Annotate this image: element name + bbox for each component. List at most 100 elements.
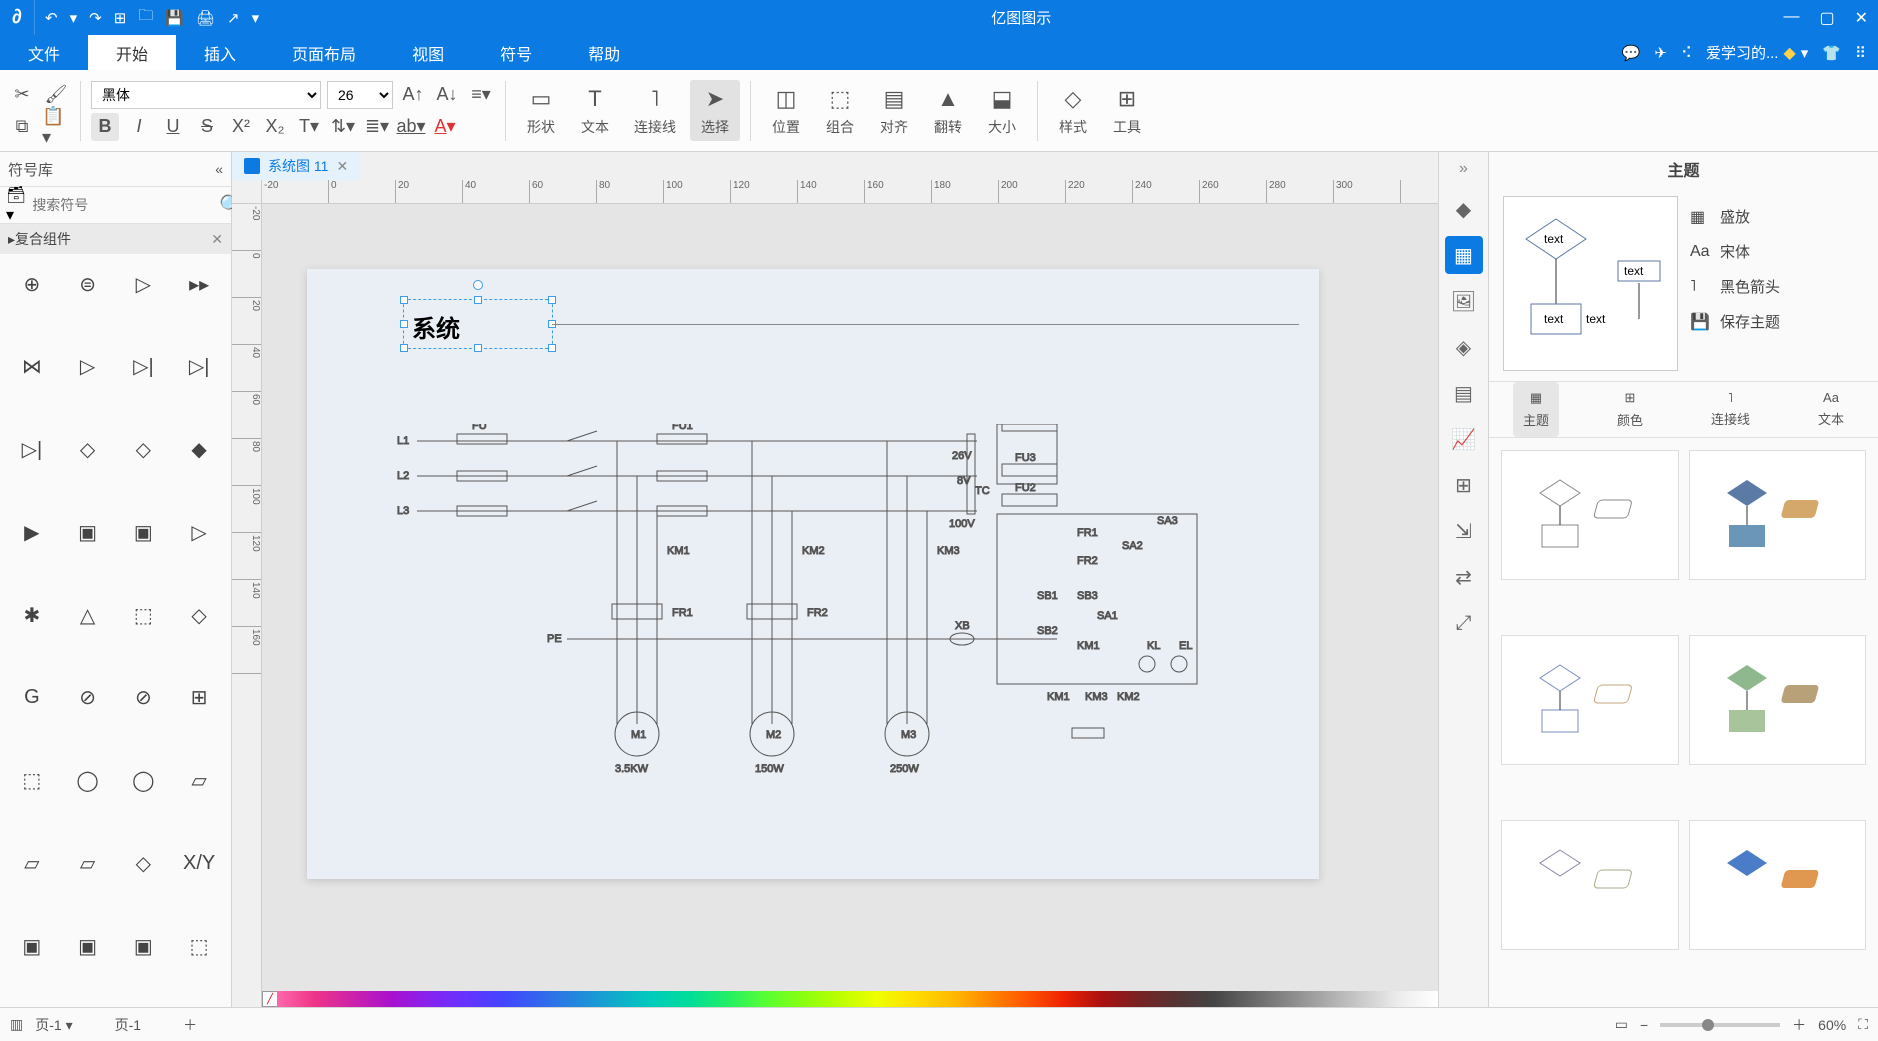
- add-page-icon[interactable]: ＋: [183, 1015, 197, 1035]
- font-color-icon[interactable]: A▾: [431, 113, 459, 141]
- symbol-item[interactable]: ▱: [8, 841, 56, 885]
- symbol-item[interactable]: ⬚: [8, 759, 56, 803]
- symbol-item[interactable]: ⊜: [64, 262, 112, 306]
- size-button[interactable]: ⬓大小: [977, 80, 1027, 141]
- highlight-icon[interactable]: ab▾: [397, 113, 425, 141]
- theme-card[interactable]: [1501, 820, 1679, 950]
- symbol-item[interactable]: ◯: [64, 759, 112, 803]
- symlib-category[interactable]: ▸ 复合组件 ✕: [0, 224, 231, 254]
- group-button[interactable]: ⬚组合: [815, 80, 865, 141]
- vtab-theme[interactable]: ▦主题: [1513, 382, 1559, 437]
- symbol-item[interactable]: ◇: [120, 428, 168, 472]
- theme-icon[interactable]: ▦: [1445, 236, 1483, 274]
- vtab-text[interactable]: Aa文本: [1808, 382, 1854, 437]
- symbol-item[interactable]: ▱: [64, 841, 112, 885]
- symbol-item[interactable]: ▶: [8, 510, 56, 554]
- msg-icon[interactable]: 💬: [1622, 44, 1641, 62]
- resize-handle[interactable]: [400, 320, 408, 328]
- symbol-item[interactable]: ▣: [8, 924, 56, 968]
- select-button[interactable]: ➤选择: [690, 80, 740, 141]
- bold-button[interactable]: B: [91, 113, 119, 141]
- image-icon[interactable]: 🖼: [1445, 282, 1483, 320]
- zoom-in-icon[interactable]: ＋: [1792, 1015, 1806, 1035]
- align-icon[interactable]: ≡▾: [467, 81, 495, 109]
- resize-handle[interactable]: [400, 296, 408, 304]
- style-button[interactable]: ◇样式: [1048, 80, 1098, 141]
- table-icon[interactable]: ⊞: [1445, 466, 1483, 504]
- symbol-item[interactable]: ⋈: [8, 345, 56, 389]
- strike-button[interactable]: S: [193, 113, 221, 141]
- symbol-item[interactable]: ▸▸: [175, 262, 223, 306]
- theme-card[interactable]: [1689, 635, 1867, 765]
- maximize-icon[interactable]: ▢: [1819, 8, 1834, 28]
- font-size-select[interactable]: 26: [327, 81, 393, 109]
- theme-card[interactable]: [1689, 820, 1867, 950]
- expand-icon[interactable]: »: [1455, 156, 1472, 182]
- close-icon[interactable]: ✕: [1855, 8, 1868, 28]
- symbol-item[interactable]: ▷|: [175, 345, 223, 389]
- theme-card[interactable]: [1501, 450, 1679, 580]
- font-name-select[interactable]: 黑体: [91, 81, 321, 109]
- symbol-item[interactable]: ⬚: [175, 924, 223, 968]
- layers-icon[interactable]: ◈: [1445, 328, 1483, 366]
- copy-icon[interactable]: ⧉: [8, 113, 36, 141]
- collapse-icon[interactable]: «: [215, 161, 223, 177]
- decrease-font-icon[interactable]: A↓: [433, 81, 461, 109]
- expand-icon2[interactable]: ⤢: [1445, 604, 1483, 642]
- open-icon[interactable]: 🗀: [138, 5, 153, 30]
- symbol-item[interactable]: ◆: [175, 428, 223, 472]
- library-icon[interactable]: 🗃▾: [6, 185, 26, 225]
- pages-icon[interactable]: ▥: [10, 1016, 23, 1033]
- symbol-item[interactable]: ◇: [64, 428, 112, 472]
- cut-icon[interactable]: ✂: [8, 81, 36, 109]
- symbol-item[interactable]: ⊘: [64, 676, 112, 720]
- menu-file[interactable]: 文件: [0, 35, 88, 70]
- doc-tab[interactable]: 系统图 11 ✕: [232, 152, 360, 180]
- symbol-item[interactable]: ⊞: [175, 676, 223, 720]
- italic-button[interactable]: I: [125, 113, 153, 141]
- arrange-icon[interactable]: ⇄: [1445, 558, 1483, 596]
- qat-more-icon[interactable]: ▾: [252, 9, 260, 27]
- case-icon[interactable]: T▾: [295, 113, 323, 141]
- tshirt-icon[interactable]: 👕: [1822, 44, 1841, 62]
- resize-handle[interactable]: [548, 344, 556, 352]
- symbol-item[interactable]: ◯: [120, 759, 168, 803]
- send-icon[interactable]: ✈: [1654, 44, 1667, 62]
- export-icon[interactable]: ↗: [227, 9, 240, 27]
- subscript-icon[interactable]: X₂: [261, 113, 289, 141]
- fill-icon[interactable]: ◆: [1445, 190, 1483, 228]
- format-painter-icon[interactable]: 🖌: [42, 81, 70, 109]
- symbol-item[interactable]: ▷: [175, 510, 223, 554]
- horizontal-ruler[interactable]: -200204060801001201401601802002202402602…: [262, 180, 1438, 204]
- theme-save-row[interactable]: 💾保存主题: [1690, 311, 1864, 332]
- menu-start[interactable]: 开始: [88, 35, 176, 70]
- app-logo[interactable]: ∂: [0, 0, 35, 35]
- underline-button[interactable]: U: [159, 113, 187, 141]
- fit-icon[interactable]: ▭: [1615, 1016, 1628, 1033]
- zoom-knob[interactable]: [1702, 1019, 1714, 1031]
- color-swatches[interactable]: [278, 991, 1438, 1007]
- minimize-icon[interactable]: —: [1783, 8, 1799, 28]
- theme-card[interactable]: [1501, 635, 1679, 765]
- symbol-item[interactable]: ▣: [64, 924, 112, 968]
- symbol-item[interactable]: X/Y: [175, 841, 223, 885]
- text-button[interactable]: T文本: [570, 80, 620, 141]
- tab-close-icon[interactable]: ✕: [336, 158, 348, 175]
- menu-layout[interactable]: 页面布局: [264, 35, 384, 70]
- symbol-item[interactable]: ⬚: [120, 593, 168, 637]
- resize-handle[interactable]: [474, 344, 482, 352]
- vtab-color[interactable]: ⊞颜色: [1607, 382, 1653, 437]
- line-spacing-icon[interactable]: ⇅▾: [329, 113, 357, 141]
- new-icon[interactable]: ⊞: [114, 9, 127, 27]
- superscript-icon[interactable]: X²: [227, 113, 255, 141]
- no-color-swatch[interactable]: ╱: [262, 991, 278, 1007]
- schematic-diagram[interactable]: L1 L2 L3 FU: [397, 424, 1277, 844]
- menu-insert[interactable]: 插入: [176, 35, 264, 70]
- zoom-value[interactable]: 60%: [1818, 1017, 1846, 1033]
- redo-icon[interactable]: ↷: [89, 9, 102, 27]
- symbol-item[interactable]: ⊕: [8, 262, 56, 306]
- theme-card[interactable]: [1689, 450, 1867, 580]
- connector-button[interactable]: ˥连接线: [624, 80, 686, 141]
- resize-handle[interactable]: [400, 344, 408, 352]
- vertical-ruler[interactable]: -20020406080100120140160: [232, 204, 262, 1007]
